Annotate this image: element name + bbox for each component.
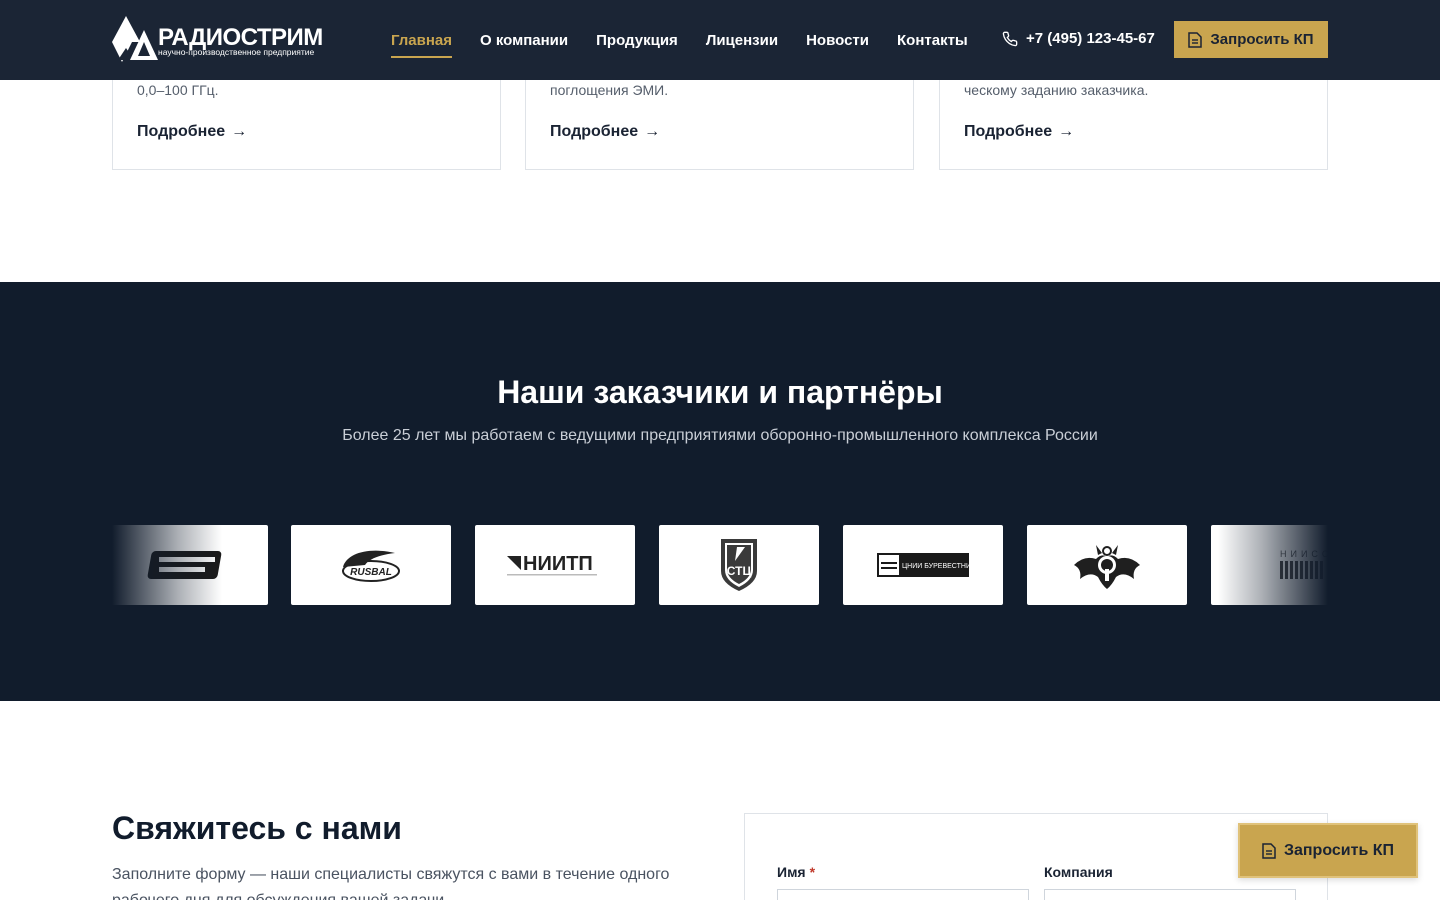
partner-logo-burevestnik[interactable]: ЦНИИ БУРЕВЕСТНИК <box>843 525 1003 605</box>
main-nav: Главная О компании Продукция Лицензии Но… <box>391 0 996 80</box>
card-more-link[interactable]: Подробнее → <box>137 123 247 141</box>
company-input[interactable] <box>1044 889 1296 900</box>
rusbal-logo-icon: RUSBAL <box>342 550 400 582</box>
company-logo[interactable]: РАДИОСТРИМ научно-производственное предп… <box>112 16 332 62</box>
partners-title: Наши заказчики и партнёры <box>497 374 943 410</box>
partner-logo-rusbal[interactable]: RUSBAL <box>291 525 451 605</box>
document-icon <box>1188 31 1203 48</box>
floating-request-quote-label: Запросить КП <box>1283 841 1395 859</box>
partner-logo-niitp[interactable]: НИИТП <box>475 525 635 605</box>
partner-logo-bat[interactable] <box>1027 525 1187 605</box>
nav-item-products[interactable]: Продукция <box>596 32 678 49</box>
name-label: Имя * <box>777 864 816 880</box>
logo-tagline: научно-производственное предприятие <box>158 47 315 57</box>
required-mark: * <box>809 864 816 880</box>
logo-mark-icon <box>112 16 158 62</box>
bat-emblem-logo-icon <box>1074 545 1140 589</box>
card-text: поглощения ЭМИ. <box>550 82 669 98</box>
document-icon <box>1262 842 1276 859</box>
phone-icon <box>1002 31 1018 46</box>
niitp-logo-icon: НИИТП <box>507 553 597 576</box>
phone-number: +7 (495) 123-45-67 <box>1026 30 1155 47</box>
stc-shield-logo-icon: СТЦ <box>721 539 757 591</box>
nav-item-contacts[interactable]: Контакты <box>897 32 968 49</box>
burevestnik-logo-icon: ЦНИИ БУРЕВЕСТНИК <box>877 553 971 577</box>
card-text: 0,0–100 ГГц. <box>137 82 219 98</box>
nav-item-home[interactable]: Главная <box>391 32 453 58</box>
svg-text:НИИТП: НИИТП <box>523 553 593 575</box>
phone-link[interactable]: +7 (495) 123-45-67 <box>1002 30 1155 47</box>
svg-text:ЦНИИ БУРЕВЕСТНИК: ЦНИИ БУРЕВЕСТНИК <box>902 563 971 570</box>
partners-section: Наши заказчики и партнёры Более 25 лет м… <box>0 282 1440 701</box>
carousel-fade-right <box>1218 525 1328 605</box>
card-more-link[interactable]: Подробнее → <box>964 123 1074 141</box>
arrow-right-icon: → <box>1058 123 1075 140</box>
nav-item-news[interactable]: Новости <box>806 32 869 49</box>
partners-subtitle: Более 25 лет мы работаем с ведущими пред… <box>342 427 1098 444</box>
contact-title: Свяжитесь с нами <box>112 810 402 846</box>
partner-logo-stc[interactable]: СТЦ <box>659 525 819 605</box>
carousel-fade-left <box>112 525 222 605</box>
company-label: Компания <box>1044 864 1113 880</box>
contact-description: Заполните форму — наши специалисты свяжу… <box>112 866 670 900</box>
nav-item-about[interactable]: О компании <box>480 32 568 49</box>
arrow-right-icon: → <box>644 123 661 140</box>
name-input[interactable] <box>777 889 1029 900</box>
site-header: РАДИОСТРИМ научно-производственное предп… <box>0 0 1440 80</box>
partners-carousel[interactable]: RUSBAL НИИТП СТЦ ЦНИИ БУРЕВЕСТНИК <box>112 525 1328 605</box>
floating-request-quote-button[interactable]: Запросить КП <box>1238 823 1418 878</box>
svg-text:СТЦ: СТЦ <box>727 564 752 578</box>
svg-text:RUSBAL: RUSBAL <box>350 567 392 578</box>
card-more-link[interactable]: Подробнее → <box>550 123 660 141</box>
request-quote-label: Запросить КП <box>1210 31 1314 48</box>
card-text: ческому заданию заказчика. <box>964 82 1149 98</box>
nav-item-licenses[interactable]: Лицензии <box>706 32 778 49</box>
request-quote-button[interactable]: Запросить КП <box>1174 21 1328 58</box>
arrow-right-icon: → <box>231 123 248 140</box>
